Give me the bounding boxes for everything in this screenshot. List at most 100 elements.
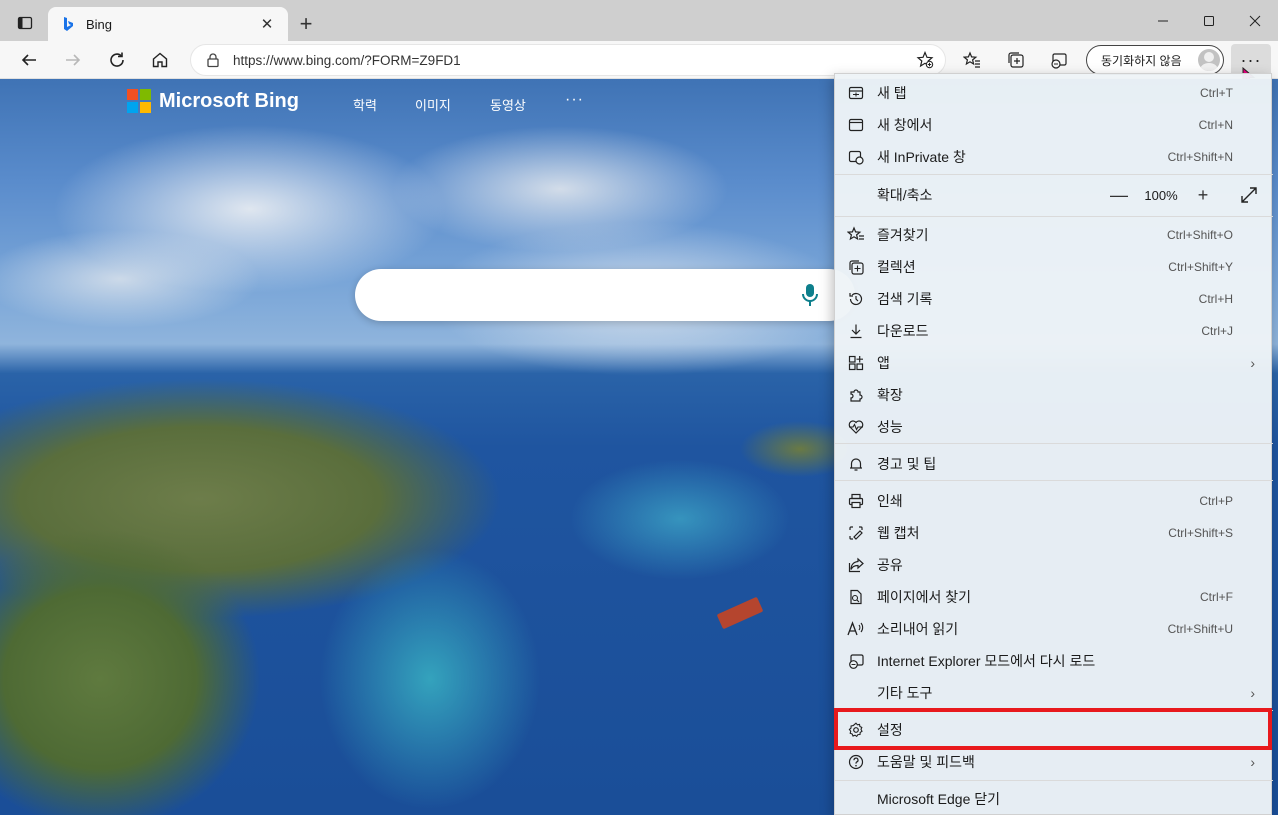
- tab-strip: Bing ✕ +: [0, 0, 1278, 41]
- menu-item-performance[interactable]: 성능: [835, 411, 1273, 443]
- maximize-button[interactable]: [1186, 0, 1232, 41]
- chevron-right-icon: ›: [1250, 754, 1255, 770]
- browser-tab[interactable]: Bing ✕: [48, 7, 288, 41]
- new-tab-icon: [847, 84, 865, 102]
- microsoft-logo-square: [127, 89, 138, 100]
- ie-mode-button[interactable]: [1043, 44, 1075, 76]
- history-icon: [847, 290, 865, 308]
- profile-sync-button[interactable]: 동기화하지 않음: [1086, 45, 1224, 75]
- menu-item-label: Microsoft Edge 닫기: [877, 791, 1001, 807]
- settings-and-more-menu: 새 탭 Ctrl+T 새 창에서 Ctrl+N 새 InPrivate 창 Ct…: [834, 73, 1273, 815]
- new-window-icon: [847, 116, 865, 134]
- web-capture-icon: [847, 524, 865, 542]
- menu-item-print[interactable]: 인쇄 Ctrl+P: [835, 485, 1273, 517]
- menu-item-label: 새 InPrivate 창: [877, 149, 966, 165]
- menu-item-label: 앱: [877, 355, 890, 371]
- zoom-in-button[interactable]: +: [1189, 185, 1217, 206]
- menu-item-close-edge[interactable]: Microsoft Edge 닫기: [835, 783, 1273, 815]
- menu-item-label: 경고 및 팁: [877, 456, 937, 472]
- menu-item-more-tools[interactable]: 기타 도구 ›: [835, 677, 1273, 709]
- minimize-icon: [1158, 20, 1168, 21]
- minimize-button[interactable]: [1140, 0, 1186, 41]
- menu-item-apps[interactable]: 앱 ›: [835, 347, 1273, 379]
- menu-item-collections[interactable]: 컬렉션 Ctrl+Shift+Y: [835, 251, 1273, 283]
- find-icon: [847, 588, 865, 606]
- menu-item-settings[interactable]: 설정: [835, 714, 1273, 746]
- menu-item-shortcut: Ctrl+H: [1198, 292, 1233, 306]
- zoom-controls: — 100% +: [1105, 185, 1217, 206]
- zoom-level: 100%: [1144, 187, 1178, 203]
- window-controls: [1140, 0, 1278, 41]
- tab-title: Bing: [86, 16, 113, 32]
- tab-close-icon[interactable]: ✕: [256, 13, 278, 35]
- help-icon: [847, 753, 865, 771]
- menu-item-favorites[interactable]: 즐겨찾기 Ctrl+Shift+O: [835, 219, 1273, 251]
- menu-item-web-capture[interactable]: 웹 캡처 Ctrl+Shift+S: [835, 517, 1273, 549]
- menu-item-shortcut: Ctrl+Shift+U: [1167, 622, 1233, 636]
- apps-icon: [847, 354, 865, 372]
- print-icon: [847, 492, 865, 510]
- menu-item-label: 공유: [877, 557, 903, 573]
- collections-icon: [847, 258, 865, 276]
- menu-item-shortcut: Ctrl+P: [1199, 494, 1233, 508]
- bing-logo[interactable]: Microsoft Bing: [127, 89, 299, 113]
- menu-item-label: 인쇄: [877, 493, 903, 509]
- download-icon: [847, 322, 865, 340]
- read-aloud-icon: [847, 620, 865, 638]
- menu-item-help-feedback[interactable]: 도움말 및 피드백 ›: [835, 746, 1273, 778]
- menu-item-new-inprivate[interactable]: 새 InPrivate 창 Ctrl+Shift+N: [835, 141, 1273, 173]
- nav-more-icon[interactable]: ···: [565, 91, 584, 109]
- back-button[interactable]: [13, 44, 45, 76]
- menu-item-label: 도움말 및 피드백: [877, 754, 975, 770]
- menu-item-read-aloud[interactable]: 소리내어 읽기 Ctrl+Shift+U: [835, 613, 1273, 645]
- nav-link[interactable]: 학력: [353, 95, 377, 114]
- forward-button[interactable]: [57, 44, 89, 76]
- menu-item-label: 웹 캡처: [877, 525, 920, 541]
- refresh-icon: [110, 52, 124, 67]
- microsoft-logo-icon: [127, 89, 151, 113]
- close-window-button[interactable]: [1232, 0, 1278, 41]
- refresh-button[interactable]: [101, 44, 133, 76]
- menu-item-new-tab[interactable]: 새 탭 Ctrl+T: [835, 77, 1273, 109]
- menu-item-shortcut: Ctrl+Shift+O: [1166, 228, 1233, 242]
- menu-item-label: 기타 도구: [877, 685, 933, 701]
- menu-item-label: 확장: [877, 387, 903, 403]
- menu-item-alerts-tips[interactable]: 경고 및 팁: [835, 448, 1273, 480]
- menu-item-history[interactable]: 검색 기록 Ctrl+H: [835, 283, 1273, 315]
- microphone-icon[interactable]: [800, 283, 820, 307]
- favorites-button[interactable]: [956, 44, 988, 76]
- menu-item-downloads[interactable]: 다운로드 Ctrl+J: [835, 315, 1273, 347]
- home-button[interactable]: [144, 44, 176, 76]
- fullscreen-icon[interactable]: [1239, 185, 1259, 205]
- bing-search-input[interactable]: [355, 269, 855, 321]
- menu-separator: [835, 480, 1273, 481]
- chevron-right-icon: ›: [1250, 355, 1255, 371]
- favorites-icon: [847, 226, 865, 244]
- nav-link-images[interactable]: 이미지: [415, 95, 451, 114]
- back-arrow-icon: [21, 54, 36, 66]
- menu-item-shortcut: Ctrl+T: [1200, 86, 1233, 100]
- collections-button[interactable]: [1000, 44, 1032, 76]
- menu-item-new-window[interactable]: 새 창에서 Ctrl+N: [835, 109, 1273, 141]
- menu-item-share[interactable]: 공유: [835, 549, 1273, 581]
- bing-logo-text: Microsoft Bing: [159, 89, 299, 112]
- new-tab-button[interactable]: +: [292, 10, 320, 38]
- menu-item-find-on-page[interactable]: 페이지에서 찾기 Ctrl+F: [835, 581, 1273, 613]
- menu-item-shortcut: Ctrl+J: [1201, 324, 1233, 338]
- star-add-icon: [916, 51, 934, 69]
- address-url[interactable]: https://www.bing.com/?FORM=Z9FD1: [233, 53, 911, 68]
- address-bar[interactable]: https://www.bing.com/?FORM=Z9FD1: [190, 44, 946, 76]
- menu-item-shortcut: Ctrl+Shift+Y: [1168, 260, 1233, 274]
- lock-icon[interactable]: [205, 52, 221, 68]
- ie-mode-icon: [847, 652, 865, 670]
- nav-link-videos[interactable]: 동영상: [490, 95, 526, 114]
- tab-actions-button[interactable]: [8, 8, 42, 38]
- menu-item-label: 새 탭: [877, 85, 907, 101]
- menu-item-ie-mode[interactable]: Internet Explorer 모드에서 다시 로드: [835, 645, 1273, 677]
- menu-item-extensions[interactable]: 확장: [835, 379, 1273, 411]
- menu-item-label: 컬렉션: [877, 259, 916, 275]
- add-favorite-button[interactable]: [911, 46, 939, 74]
- share-icon: [847, 556, 865, 574]
- zoom-out-button[interactable]: —: [1105, 185, 1133, 206]
- chevron-right-icon: ›: [1250, 685, 1255, 701]
